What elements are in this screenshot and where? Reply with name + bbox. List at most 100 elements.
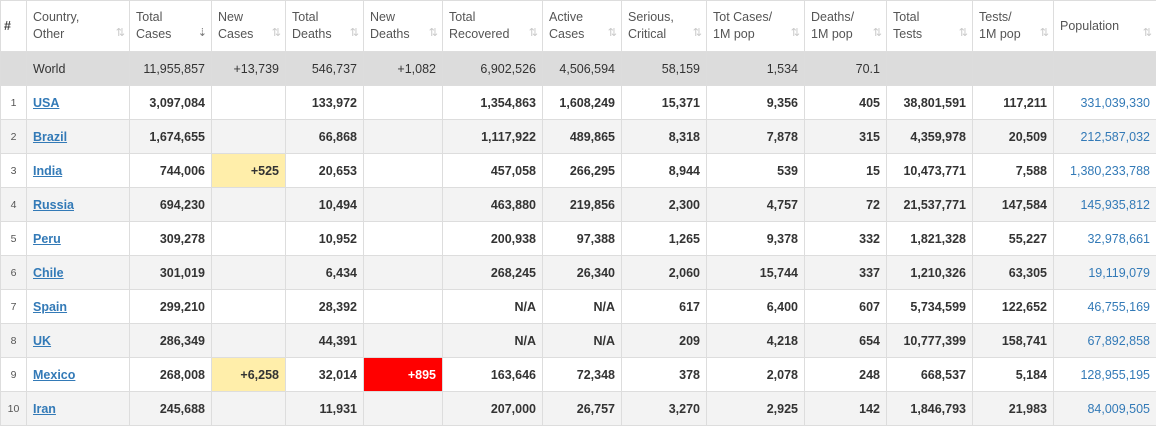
cell-active-cases: 1,608,249 [543,86,622,120]
sort-icon[interactable]: ⇅ [272,25,279,42]
table-row: 6Chile301,0196,434268,24526,3402,06015,7… [1,256,1156,290]
cell-total-recovered: 200,938 [443,222,543,256]
cell-new-deaths [364,154,443,188]
country-link[interactable]: UK [33,334,51,348]
cell-new-cases [212,120,286,154]
cell-total-cases: 11,955,857 [130,52,212,86]
country-link[interactable]: USA [33,96,59,110]
cell-total-cases: 694,230 [130,188,212,222]
sort-icon[interactable]: ⇅ [1040,25,1047,42]
country-link[interactable]: Mexico [33,368,75,382]
column-header-total-tests[interactable]: TotalTests⇅ [887,1,973,52]
cell-new-deaths [364,222,443,256]
cell-total-tests: 1,821,328 [887,222,973,256]
cell-tot-cases-1m: 4,757 [707,188,805,222]
cell-total-tests: 10,473,771 [887,154,973,188]
cell-tests-1m: 55,227 [973,222,1054,256]
cell-deaths-1m: 337 [805,256,887,290]
column-header-label: Deaths/1M pop [811,9,880,43]
cell-new-deaths [364,120,443,154]
country-link[interactable]: Spain [33,300,67,314]
column-header-serious-critical[interactable]: Serious,Critical⇅ [622,1,707,52]
cell-new-cases: +6,258 [212,358,286,392]
cell-active-cases: 489,865 [543,120,622,154]
cell-serious-critical: 58,159 [622,52,707,86]
column-header-label: NewCases [218,9,279,43]
column-header-country[interactable]: Country,Other⇅ [27,1,130,52]
cell-tot-cases-1m: 9,356 [707,86,805,120]
sort-icon[interactable]: ⇅ [791,25,798,42]
cell-total-cases: 245,688 [130,392,212,426]
cell-population [1054,52,1156,86]
cell-new-cases [212,324,286,358]
cell-serious-critical: 15,371 [622,86,707,120]
country-link[interactable]: Brazil [33,130,67,144]
column-header-label: ActiveCases [549,9,615,43]
cell-total-recovered: N/A [443,290,543,324]
country-link[interactable]: Russia [33,198,74,212]
cell-population: 331,039,330 [1054,86,1156,120]
cell-new-deaths [364,392,443,426]
sort-icon[interactable]: ⇅ [350,25,357,42]
cell-deaths-1m: 248 [805,358,887,392]
table-body: World11,955,857+13,739546,737+1,0826,902… [1,52,1156,426]
column-header-new-cases[interactable]: NewCases⇅ [212,1,286,52]
column-header-label: Tot Cases/1M pop [713,9,798,43]
country-link[interactable]: Peru [33,232,61,246]
cell-active-cases: 26,340 [543,256,622,290]
cell-tests-1m: 5,184 [973,358,1054,392]
column-header-total-recovered[interactable]: TotalRecovered⇅ [443,1,543,52]
column-header-total-deaths[interactable]: TotalDeaths⇅ [286,1,364,52]
cell-deaths-1m: 315 [805,120,887,154]
sort-icon[interactable]: ⇅ [429,25,436,42]
column-header-population[interactable]: Population⇅ [1054,1,1156,52]
sort-desc-icon[interactable]: ⇣ [198,25,205,42]
cell-serious-critical: 209 [622,324,707,358]
column-header-active-cases[interactable]: ActiveCases⇅ [543,1,622,52]
cell-total-tests: 10,777,399 [887,324,973,358]
cell-total-deaths: 6,434 [286,256,364,290]
cell-active-cases: 97,388 [543,222,622,256]
table-row: 5Peru309,27810,952200,93897,3881,2659,37… [1,222,1156,256]
cell-tot-cases-1m: 6,400 [707,290,805,324]
cell-total-deaths: 133,972 [286,86,364,120]
column-header-tests-1m[interactable]: Tests/1M pop⇅ [973,1,1054,52]
sort-icon[interactable]: ⇅ [116,25,123,42]
cell-new-cases [212,256,286,290]
column-header-tot-cases-1m[interactable]: Tot Cases/1M pop⇅ [707,1,805,52]
cell-tot-cases-1m: 2,078 [707,358,805,392]
cell-total-cases: 286,349 [130,324,212,358]
column-header-label: Country,Other [33,9,123,43]
cell-country: Peru [27,222,130,256]
cell-new-deaths: +895 [364,358,443,392]
cell-total-cases: 299,210 [130,290,212,324]
column-header-label: Population [1060,18,1150,35]
sort-icon[interactable]: ⇅ [959,25,966,42]
column-header-label: TotalCases [136,9,205,43]
cell-total-tests: 21,537,771 [887,188,973,222]
cell-num: 9 [1,358,27,392]
table-row: 4Russia694,23010,494463,880219,8562,3004… [1,188,1156,222]
cell-num: 2 [1,120,27,154]
country-link[interactable]: Chile [33,266,64,280]
country-link[interactable]: Iran [33,402,56,416]
sort-icon[interactable]: ⇅ [873,25,880,42]
sort-icon[interactable]: ⇅ [1143,25,1150,42]
column-header-total-cases[interactable]: TotalCases⇣ [130,1,212,52]
column-header-num[interactable]: # [1,1,27,52]
column-header-new-deaths[interactable]: NewDeaths⇅ [364,1,443,52]
cell-new-cases [212,188,286,222]
cell-serious-critical: 378 [622,358,707,392]
cell-active-cases: 26,757 [543,392,622,426]
sort-icon[interactable]: ⇅ [529,25,536,42]
country-link[interactable]: India [33,164,62,178]
sort-icon[interactable]: ⇅ [693,25,700,42]
cell-num: 1 [1,86,27,120]
cell-total-cases: 268,008 [130,358,212,392]
column-header-deaths-1m[interactable]: Deaths/1M pop⇅ [805,1,887,52]
cell-active-cases: 266,295 [543,154,622,188]
cell-serious-critical: 1,265 [622,222,707,256]
cell-total-tests: 1,210,326 [887,256,973,290]
cell-population: 67,892,858 [1054,324,1156,358]
sort-icon[interactable]: ⇅ [608,25,615,42]
